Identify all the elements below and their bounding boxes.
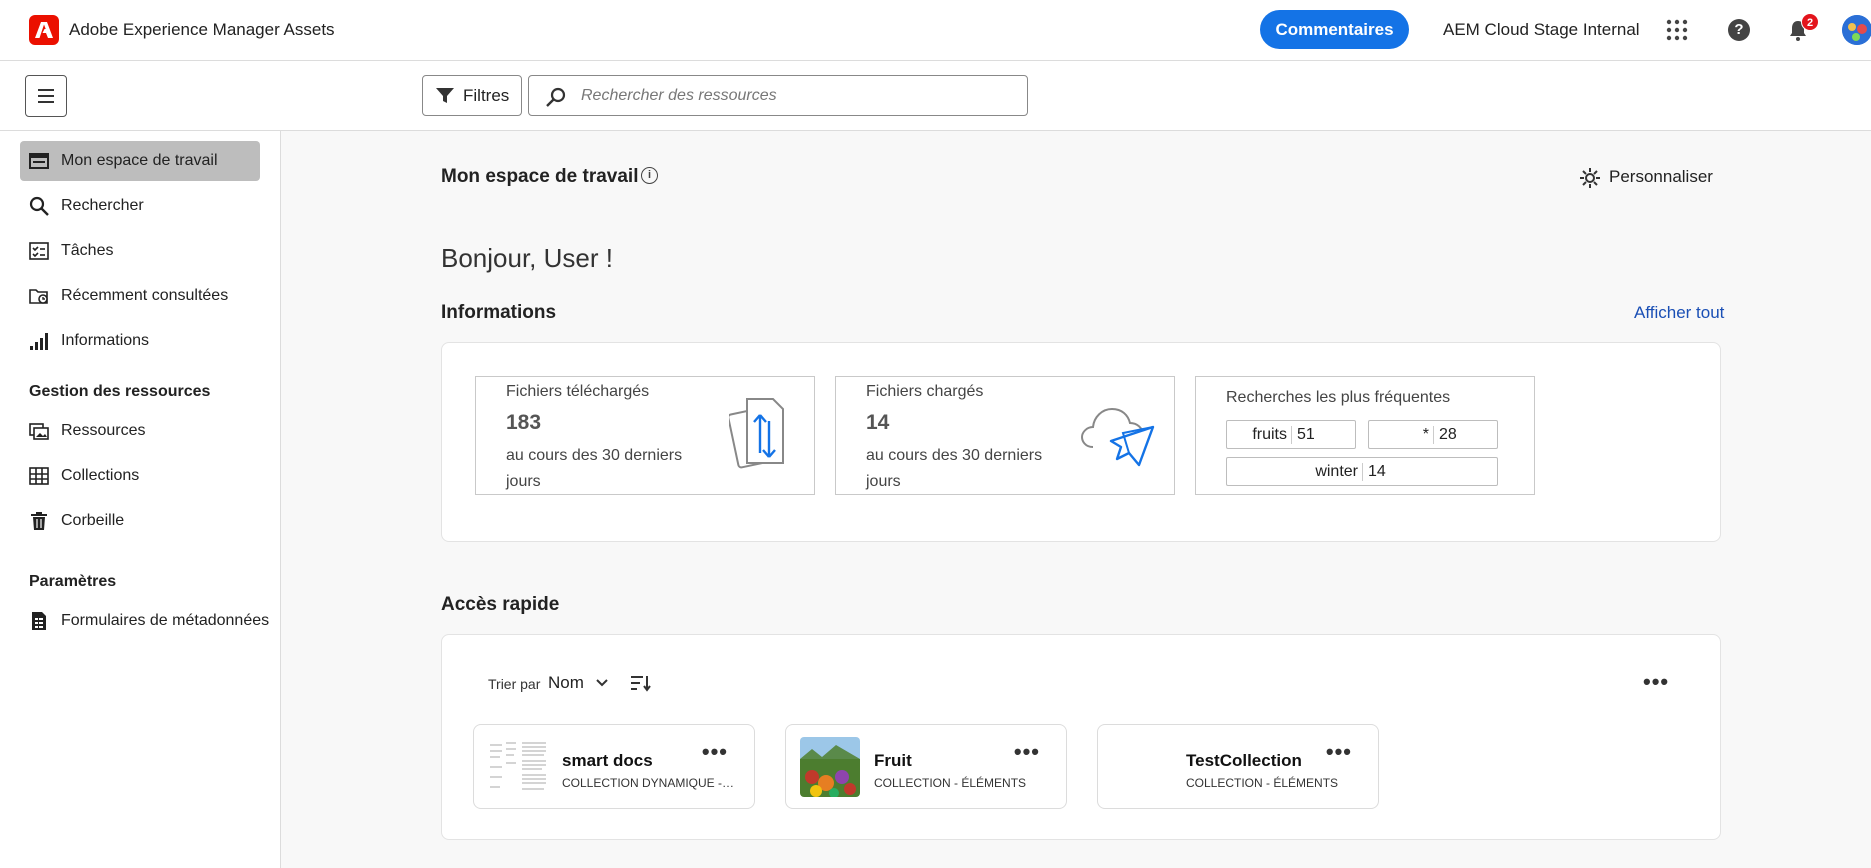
tile-more-icon[interactable]: ••• — [702, 741, 728, 763]
stat-title: Fichiers téléchargés — [506, 383, 650, 400]
sidebar-item-trash[interactable]: Corbeille — [20, 501, 260, 541]
sidebar-item-collections[interactable]: Collections — [20, 456, 260, 496]
tile-name: smart docs — [562, 751, 653, 770]
sidebar-item-tasks[interactable]: Tâches — [20, 231, 260, 271]
greeting: Bonjour, User ! — [441, 243, 613, 273]
chevron-down-icon[interactable] — [595, 676, 609, 690]
sidebar-item-label: Tâches — [61, 242, 114, 259]
search-term-chip[interactable]: winter 14 — [1226, 457, 1498, 486]
view-all-link[interactable]: Afficher tout — [1634, 303, 1724, 323]
section-heading-settings: Paramètres — [29, 573, 117, 590]
org-switcher[interactable]: AEM Cloud Stage Internal — [1443, 20, 1640, 40]
gear-edit-icon — [1580, 168, 1600, 188]
download-files-icon — [729, 398, 784, 469]
sort-dropdown[interactable]: Nom — [548, 673, 584, 693]
filter-funnel-icon — [436, 88, 454, 103]
tile-name: Fruit — [874, 751, 912, 770]
stat-value: 14 — [866, 411, 890, 434]
search-field[interactable] — [528, 75, 1028, 116]
stat-title: Recherches les plus fréquentes — [1226, 389, 1451, 406]
search-input[interactable] — [581, 82, 1011, 110]
assets-icon — [29, 423, 49, 440]
insights-heading: Informations — [441, 302, 557, 323]
search-icon — [546, 87, 566, 107]
search-icon — [29, 196, 49, 216]
page-title: Mon espace de travail — [441, 166, 639, 187]
search-count: 14 — [1362, 463, 1386, 481]
sidebar-item-assets[interactable]: Ressources — [20, 411, 260, 451]
more-options-icon[interactable]: ••• — [1643, 671, 1669, 693]
toolbar: Filtres — [0, 61, 1871, 131]
search-term-chip[interactable]: * 28 — [1368, 420, 1498, 449]
stat-period: au cours des 30 derniers jours — [866, 447, 1043, 490]
top-bar: Adobe Experience Manager Assets Commenta… — [0, 0, 1871, 61]
stat-value: 183 — [506, 411, 542, 434]
sidebar-item-label: Mon espace de travail — [61, 152, 218, 169]
user-avatar[interactable] — [1842, 15, 1871, 45]
cloud-upload-icon — [1081, 407, 1155, 467]
quick-access-tile[interactable]: smart docs COLLECTION DYNAMIQUE - ÉLÉMEN… — [473, 724, 755, 809]
info-icon[interactable]: i — [641, 167, 658, 184]
search-count: 28 — [1433, 426, 1457, 444]
downloads-stat-card[interactable]: Fichiers téléchargés 183 au cours des 30… — [475, 376, 815, 495]
quick-access-heading: Accès rapide — [441, 594, 560, 615]
sidebar-item-label: Informations — [61, 332, 150, 349]
feedback-button[interactable]: Commentaires — [1260, 10, 1409, 49]
uploads-stat-card[interactable]: Fichiers chargés 14 au cours des 30 dern… — [835, 376, 1175, 495]
search-term: fruits — [1252, 426, 1287, 443]
quick-access-tile[interactable]: Fruit COLLECTION - ÉLÉMENTS ••• — [785, 724, 1067, 809]
tile-type: COLLECTION - ÉLÉMENTS — [874, 776, 1027, 790]
sidebar-item-insights[interactable]: Informations — [20, 321, 260, 361]
sidebar-item-label: Formulaires de métadonnées — [61, 612, 270, 629]
quick-access-tile[interactable]: TestCollection COLLECTION - ÉLÉMENTS ••• — [1097, 724, 1379, 809]
search-term: winter — [1315, 463, 1358, 480]
metadata-form-icon — [32, 612, 46, 630]
collections-grid-icon — [29, 467, 49, 485]
sidebar-item-label: Collections — [61, 467, 140, 484]
search-term-chip[interactable]: fruits 51 — [1226, 420, 1356, 449]
sidebar-item-label: Récemment consultées — [61, 287, 229, 304]
tile-type: COLLECTION DYNAMIQUE - ÉLÉMENTS — [562, 776, 737, 790]
chart-bars-icon — [30, 333, 48, 350]
tile-more-icon[interactable]: ••• — [1014, 741, 1040, 763]
sidebar-item-label: Rechercher — [61, 197, 144, 214]
notification-count-badge: 2 — [1801, 13, 1819, 31]
filters-button[interactable]: Filtres — [422, 75, 522, 116]
stat-period: au cours des 30 derniers jours — [506, 447, 683, 490]
sidebar-item-metadata-forms[interactable]: Formulaires de métadonnées — [20, 601, 269, 641]
tile-type: COLLECTION - ÉLÉMENTS — [1186, 776, 1339, 790]
recent-folder-icon — [29, 289, 48, 304]
sidebar-item-recent[interactable]: Récemment consultées — [20, 276, 260, 316]
document-thumbnail — [488, 737, 548, 797]
hamburger-menu-button[interactable] — [25, 75, 67, 117]
sidebar-item-label: Ressources — [61, 422, 146, 439]
tile-name: TestCollection — [1186, 751, 1302, 770]
section-heading-assets: Gestion des ressources — [29, 383, 211, 400]
workspace-icon — [29, 153, 49, 169]
stat-title: Fichiers chargés — [866, 383, 984, 400]
help-icon[interactable]: ? — [1728, 19, 1750, 41]
sidebar-item-workspace[interactable]: Mon espace de travail — [20, 141, 260, 181]
search-count: 51 — [1291, 426, 1315, 444]
tasks-icon — [29, 242, 49, 260]
fruit-photo-thumbnail — [800, 737, 860, 797]
search-term: * — [1422, 426, 1429, 443]
sort-direction-icon[interactable] — [630, 674, 652, 692]
app-title[interactable]: Adobe Experience Manager Assets — [69, 20, 335, 40]
apps-grid-icon[interactable] — [1666, 19, 1688, 41]
sidebar-item-search[interactable]: Rechercher — [20, 186, 260, 226]
sidebar: Mon espace de travail Rechercher Tâches … — [0, 131, 281, 868]
adobe-logo-icon[interactable] — [29, 15, 59, 45]
sidebar-item-label: Corbeille — [61, 512, 125, 529]
trash-icon — [31, 512, 47, 530]
filters-label: Filtres — [463, 86, 510, 105]
customize-label: Personnaliser — [1609, 167, 1713, 186]
tile-more-icon[interactable]: ••• — [1326, 741, 1352, 763]
sort-label: Trier par — [488, 676, 541, 692]
